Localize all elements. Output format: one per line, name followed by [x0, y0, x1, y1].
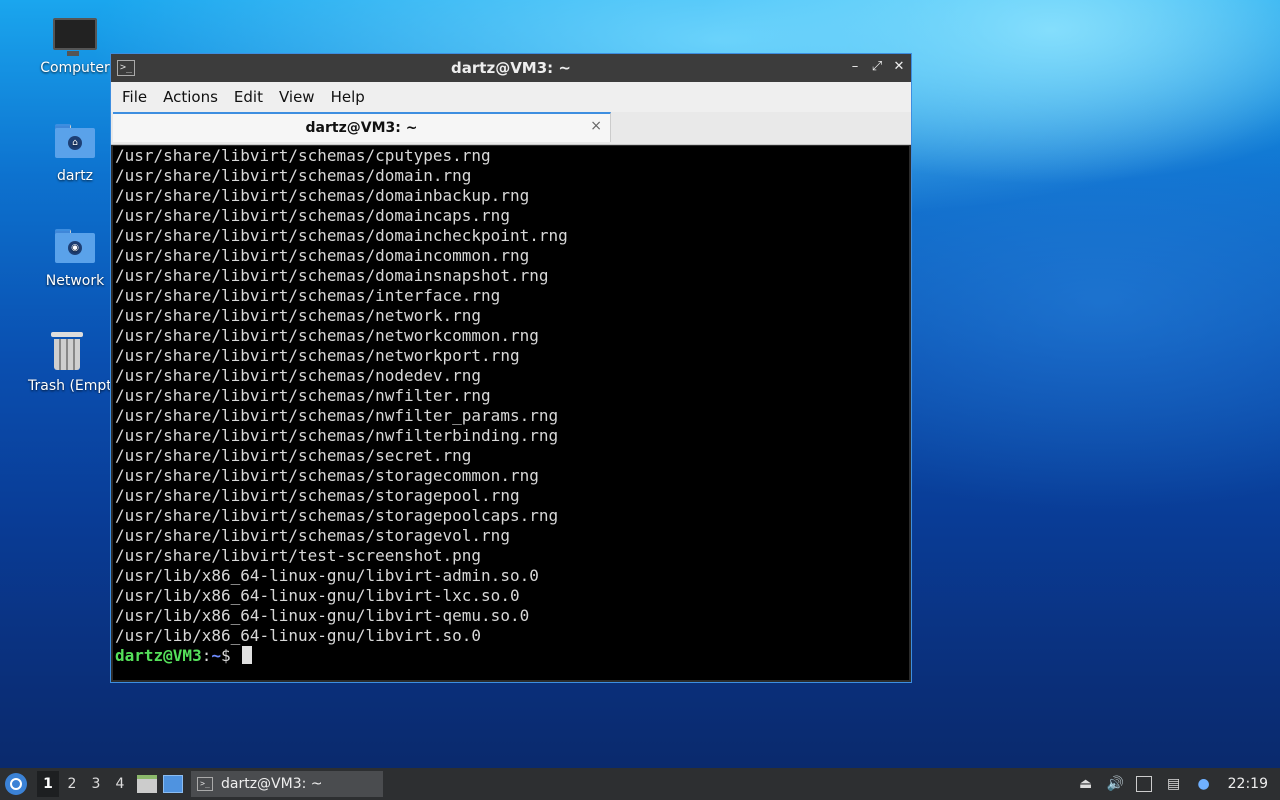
menu-file[interactable]: File — [117, 88, 158, 106]
prompt-path: ~ — [211, 646, 221, 665]
tab-close-button[interactable]: × — [590, 118, 602, 134]
terminal-line: /usr/share/libvirt/schemas/domaincaps.rn… — [115, 206, 510, 225]
desktop-icon-computer[interactable]: Computer — [27, 18, 123, 76]
menubar: File Actions Edit View Help — [111, 82, 911, 112]
terminal-line: /usr/share/libvirt/schemas/nwfilterbindi… — [115, 426, 559, 445]
window-titlebar[interactable]: >_ dartz@VM3: ~ – ⤢ ✕ — [111, 54, 911, 82]
prompt-symbol: $ — [220, 646, 241, 665]
terminal-line: /usr/share/libvirt/schemas/nodedev.rng — [115, 366, 482, 385]
start-menu-icon[interactable] — [5, 773, 27, 795]
network-icon[interactable] — [1135, 776, 1152, 792]
workspace-4[interactable]: 4 — [109, 771, 131, 797]
taskbar: 1 2 3 4 >_ dartz@VM3: ~ ⏏ 🔊 ▤ ● 22:19 — [0, 768, 1280, 800]
workspace-3[interactable]: 3 — [85, 771, 107, 797]
terminal-line: /usr/share/libvirt/test-screenshot.png — [115, 546, 482, 565]
terminal-line: /usr/share/libvirt/schemas/domain.rng — [115, 166, 472, 185]
terminal-line: /usr/share/libvirt/schemas/network.rng — [115, 306, 482, 325]
desktop-icon-label: Network — [45, 273, 105, 289]
menu-view[interactable]: View — [274, 88, 326, 106]
desktop-icon-label: Trash (Empty) — [28, 378, 112, 394]
prompt-user-host: dartz@VM3 — [115, 646, 202, 665]
desktop-icon-label: Computer — [40, 60, 110, 76]
clock[interactable]: 22:19 — [1228, 776, 1268, 792]
desktop-icon-network[interactable]: ◉ Network — [27, 229, 123, 289]
taskbar-task-terminal[interactable]: >_ dartz@VM3: ~ — [191, 771, 383, 797]
computer-icon — [53, 18, 97, 56]
tab-label: dartz@VM3: ~ — [305, 120, 418, 136]
tab-bar: dartz@VM3: ~ × — [111, 112, 911, 145]
minimize-button[interactable]: – — [847, 59, 863, 75]
desktop-icon-home[interactable]: ⌂ dartz — [27, 124, 123, 184]
terminal-line: /usr/share/libvirt/schemas/networkport.r… — [115, 346, 520, 365]
menu-edit[interactable]: Edit — [229, 88, 274, 106]
terminal-lines: /usr/share/libvirt/schemas/cputypes.rng /… — [113, 146, 909, 666]
volume-icon[interactable]: 🔊 — [1106, 774, 1126, 794]
tab-terminal[interactable]: dartz@VM3: ~ × — [113, 112, 611, 142]
desktop-icon-trash[interactable]: Trash (Empty) — [22, 332, 112, 394]
terminal-cursor — [242, 646, 253, 664]
terminal-icon: >_ — [197, 777, 213, 791]
terminal-line: /usr/share/libvirt/schemas/storagecommon… — [115, 466, 539, 485]
network-folder-icon: ◉ — [55, 229, 95, 263]
prompt-separator: : — [201, 646, 212, 665]
window-title: dartz@VM3: ~ — [451, 59, 571, 77]
trash-icon — [51, 332, 83, 370]
terminal-line: /usr/share/libvirt/schemas/cputypes.rng — [115, 146, 491, 165]
terminal-output[interactable]: /usr/share/libvirt/schemas/cputypes.rng /… — [113, 146, 909, 680]
terminal-line: /usr/lib/x86_64-linux-gnu/libvirt-admin.… — [115, 566, 539, 585]
terminal-line: /usr/share/libvirt/schemas/domainsnapsho… — [115, 266, 549, 285]
workspace-2[interactable]: 2 — [61, 771, 83, 797]
terminal-line: /usr/lib/x86_64-linux-gnu/libvirt.so.0 — [115, 626, 482, 645]
maximize-button[interactable]: ⤢ — [869, 59, 885, 75]
terminal-line: /usr/share/libvirt/schemas/domaincommon.… — [115, 246, 530, 265]
task-label: dartz@VM3: ~ — [221, 776, 323, 792]
terminal-line: /usr/share/libvirt/schemas/nwfilter.rng — [115, 386, 491, 405]
terminal-line: /usr/lib/x86_64-linux-gnu/libvirt-lxc.so… — [115, 586, 520, 605]
terminal-line: /usr/share/libvirt/schemas/domaincheckpo… — [115, 226, 568, 245]
terminal-line: /usr/share/libvirt/schemas/storagepoolca… — [115, 506, 559, 525]
workspace-1[interactable]: 1 — [37, 771, 59, 797]
terminal-line: /usr/share/libvirt/schemas/storagevol.rn… — [115, 526, 510, 545]
clipboard-icon[interactable]: ▤ — [1164, 774, 1184, 794]
eject-icon[interactable]: ⏏ — [1076, 774, 1096, 794]
terminal-window[interactable]: >_ dartz@VM3: ~ – ⤢ ✕ File Actions Edit … — [110, 53, 912, 683]
system-tray: ⏏ 🔊 ▤ ● 22:19 — [1076, 768, 1280, 800]
terminal-line: /usr/share/libvirt/schemas/storagepool.r… — [115, 486, 520, 505]
terminal-line: /usr/share/libvirt/schemas/secret.rng — [115, 446, 472, 465]
terminal-line: /usr/share/libvirt/schemas/domainbackup.… — [115, 186, 530, 205]
show-desktop-icon[interactable] — [163, 775, 183, 793]
terminal-line: /usr/share/libvirt/schemas/networkcommon… — [115, 326, 539, 345]
home-folder-icon: ⌂ — [55, 124, 95, 158]
terminal-line: /usr/share/libvirt/schemas/nwfilter_para… — [115, 406, 559, 425]
menu-help[interactable]: Help — [326, 88, 376, 106]
terminal-prompt: dartz@VM3:~$ — [115, 646, 909, 666]
file-manager-icon[interactable] — [137, 775, 157, 793]
terminal-line: /usr/share/libvirt/schemas/interface.rng — [115, 286, 501, 305]
close-button[interactable]: ✕ — [891, 59, 907, 75]
notification-icon[interactable]: ● — [1194, 774, 1214, 794]
terminal-line: /usr/lib/x86_64-linux-gnu/libvirt-qemu.s… — [115, 606, 530, 625]
menu-actions[interactable]: Actions — [158, 88, 229, 106]
desktop-icon-label: dartz — [56, 168, 94, 184]
